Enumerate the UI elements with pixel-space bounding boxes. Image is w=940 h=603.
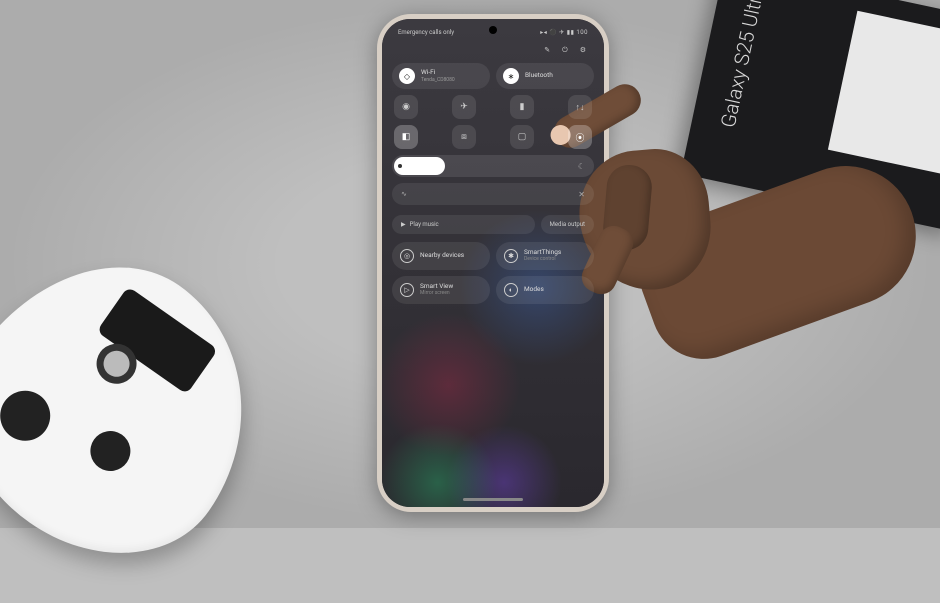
nearby-devices-tile[interactable]: ◎ Nearby devices	[392, 242, 490, 270]
modes-tile[interactable]: ◐ Modes	[496, 276, 594, 304]
phone-screen[interactable]: Emergency calls only ▸◂ ⚫ ✈ ▮▮ 100 ✎ ⏻ ⚙…	[382, 19, 604, 507]
home-indicator[interactable]	[463, 498, 523, 501]
front-camera	[489, 26, 497, 34]
vibrate-icon: ∿	[401, 190, 407, 198]
wifi-label: Wi-Fi	[421, 69, 455, 77]
bluetooth-label: Bluetooth	[525, 72, 553, 80]
cast-toggle[interactable]: ◧	[394, 125, 418, 149]
smartview-tile[interactable]: ▷ Smart View Mirror screen	[392, 276, 490, 304]
edit-icon[interactable]: ✎	[544, 46, 550, 55]
moon-icon[interactable]: ☾	[578, 162, 585, 171]
data-toggle[interactable]: ↑↓	[568, 95, 592, 119]
smartthings-icon: ✱	[504, 249, 518, 263]
volume-slider[interactable]: ∿ ✕	[392, 183, 594, 205]
battery-toggle[interactable]: ▢	[510, 125, 534, 149]
wifi-network: Tenda_CD8080	[421, 77, 455, 83]
bluetooth-tile[interactable]: ∗ Bluetooth	[496, 63, 594, 89]
gear-icon[interactable]: ⚙	[580, 46, 586, 55]
smartthings-tile[interactable]: ✱ SmartThings Device control	[496, 242, 594, 270]
smartview-sub: Mirror screen	[420, 291, 453, 297]
media-output-button[interactable]: Media output	[541, 215, 594, 234]
nearby-label: Nearby devices	[420, 252, 464, 259]
location-toggle[interactable]: ⦿	[568, 125, 592, 149]
play-music-button[interactable]: ▶ Play music	[392, 215, 535, 234]
mute-icon[interactable]: ✕	[578, 190, 585, 199]
power-icon[interactable]: ⏻	[562, 46, 568, 55]
rotation-lock-toggle[interactable]: ◉	[394, 95, 418, 119]
brightness-knob	[398, 164, 402, 168]
media-output-label: Media output	[550, 221, 585, 228]
flashlight-toggle[interactable]: ▮	[510, 95, 534, 119]
status-right-icons: ▸◂ ⚫ ✈ ▮▮ 100	[540, 29, 588, 36]
barcode-label	[835, 18, 940, 168]
modes-label: Modes	[524, 286, 544, 293]
box-title: Galaxy S25 Ultra	[716, 0, 769, 130]
play-icon: ▶	[401, 221, 406, 228]
modes-icon: ◐	[504, 283, 518, 297]
bluetooth-icon: ∗	[503, 68, 519, 84]
phone-device: Emergency calls only ▸◂ ⚫ ✈ ▮▮ 100 ✎ ⏻ ⚙…	[377, 14, 609, 512]
wifi-tile[interactable]: ◇ Wi-Fi Tenda_CD8080	[392, 63, 490, 89]
nearby-icon: ◎	[400, 249, 414, 263]
airplane-toggle[interactable]: ✈	[452, 95, 476, 119]
smartview-icon: ▷	[400, 283, 414, 297]
brightness-slider[interactable]: ☾	[392, 155, 594, 177]
status-left: Emergency calls only	[398, 29, 454, 36]
smartthings-sub: Device control	[524, 257, 561, 263]
wifi-icon: ◇	[399, 68, 415, 84]
play-label: Play music	[410, 221, 439, 228]
scan-toggle[interactable]: ⧈	[452, 125, 476, 149]
